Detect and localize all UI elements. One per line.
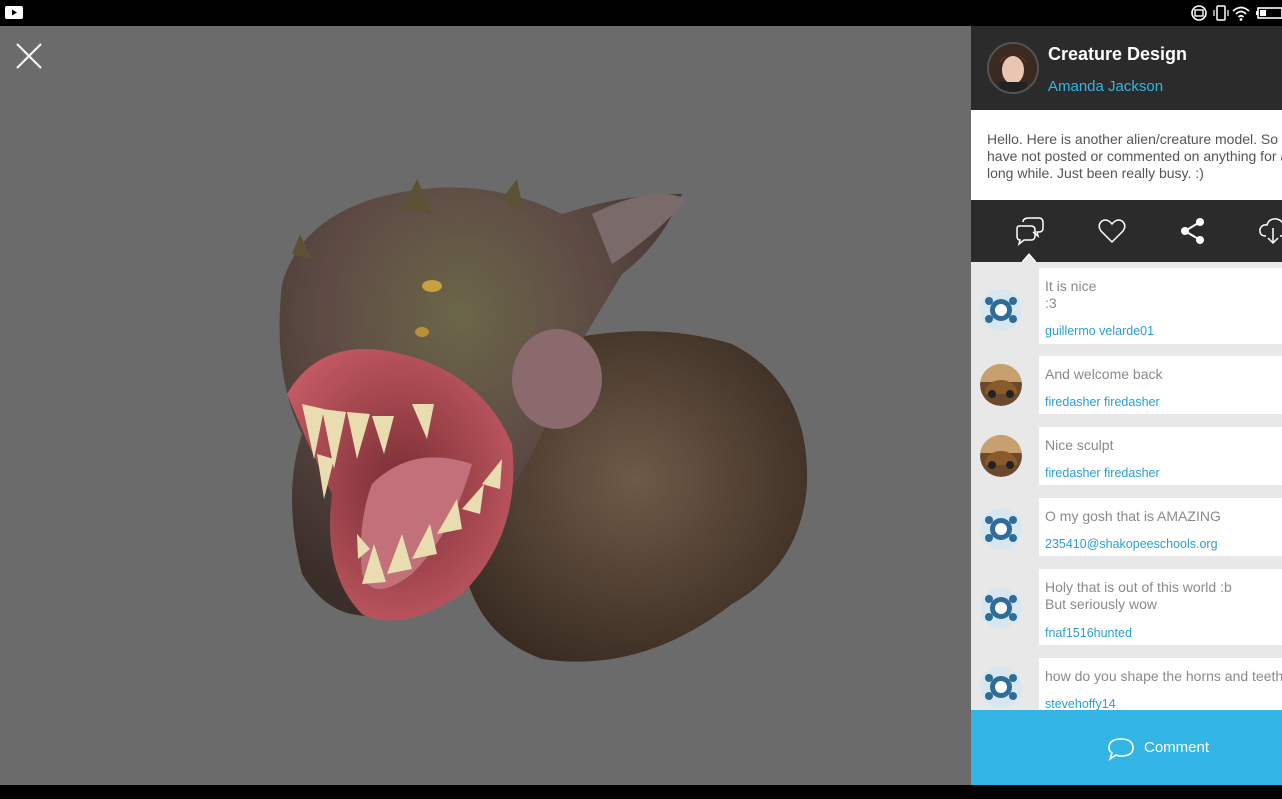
share-icon[interactable] [1178,216,1208,246]
comment-username[interactable]: firedasher firedasher [1045,466,1160,480]
comment-item: O my gosh that is AMAZING 235410@shakope… [971,498,1282,556]
comment-button-label: Comment [1144,739,1210,756]
status-bar [0,0,1282,26]
comment-button[interactable]: Comment [971,710,1282,785]
details-panel: Creature Design Amanda Jackson Hello. He… [971,26,1282,785]
comment-text: It is nice :3 [1045,278,1097,311]
creature-model[interactable] [262,154,822,694]
turtle-avatar-icon[interactable] [980,587,1022,629]
turtle-avatar-icon[interactable] [980,289,1022,331]
comment-item: Holy that is out of this world :b But se… [971,569,1282,645]
comment-card: Nice sculpt firedasher firedasher [1039,427,1282,485]
battery-icon [1256,7,1282,19]
comment-item: And welcome back firedasher firedasher [971,356,1282,414]
comment-username[interactable]: guillermo velarde01 [1045,324,1154,338]
description-text: Hello. Here is another alien/creature mo… [987,131,1282,181]
comment-card: It is nice :3 guillermo velarde01 [1039,268,1282,344]
turtle-avatar-icon[interactable] [980,508,1022,550]
comment-card: O my gosh that is AMAZING 235410@shakope… [1039,498,1282,556]
speech-bubble-icon [1108,738,1134,761]
comment-card: And welcome back firedasher firedasher [1039,356,1282,414]
description-box: Hello. Here is another alien/creature mo… [971,110,1282,200]
cast-icon [1191,5,1207,21]
comment-username[interactable]: fnaf1516hunted [1045,626,1132,640]
comment-item: how do you shape the horns and teeth ste… [971,658,1282,710]
comment-username[interactable]: firedasher firedasher [1045,395,1160,409]
heart-icon[interactable] [1097,216,1127,246]
model-viewer[interactable] [0,26,971,785]
comment-text: how do you shape the horns and teeth [1045,668,1282,684]
speech-bubbles-icon[interactable] [1015,216,1045,246]
cloud-download-icon[interactable] [1258,216,1282,246]
comment-text: And welcome back [1045,366,1163,382]
comment-username[interactable]: 235410@shakopeeschools.org [1045,537,1218,551]
wifi-icon [1232,6,1250,21]
panel-header: Creature Design Amanda Jackson [971,26,1282,110]
comment-item: It is nice :3 guillermo velarde01 [971,268,1282,344]
comment-text: O my gosh that is AMAZING [1045,508,1221,524]
comment-text: Holy that is out of this world :b But se… [1045,579,1232,612]
model-title: Creature Design [1048,44,1188,64]
comment-item: Nice sculpt firedasher firedasher [971,427,1282,485]
comment-username[interactable]: stevehoffy14 [1045,697,1116,710]
comment-list[interactable]: It is nice :3 guillermo velarde01 And we… [971,262,1282,710]
comment-text: Nice sculpt [1045,437,1114,453]
comment-card: how do you shape the horns and teeth ste… [1039,658,1282,710]
vibrate-icon [1213,5,1229,21]
turtle-avatar-icon[interactable] [980,666,1022,708]
comment-card: Holy that is out of this world :b But se… [1039,569,1282,645]
active-tab-caret-icon [1022,253,1036,262]
author-avatar-image [989,44,1037,92]
author-avatar[interactable] [987,42,1039,94]
car-avatar-icon[interactable] [980,364,1022,406]
action-bar [971,200,1282,262]
bottom-bar [0,785,1282,799]
close-icon[interactable] [14,41,44,71]
author-name-link[interactable]: Amanda Jackson [1048,78,1163,95]
car-avatar-icon[interactable] [980,435,1022,477]
youtube-notification-icon [5,6,23,19]
